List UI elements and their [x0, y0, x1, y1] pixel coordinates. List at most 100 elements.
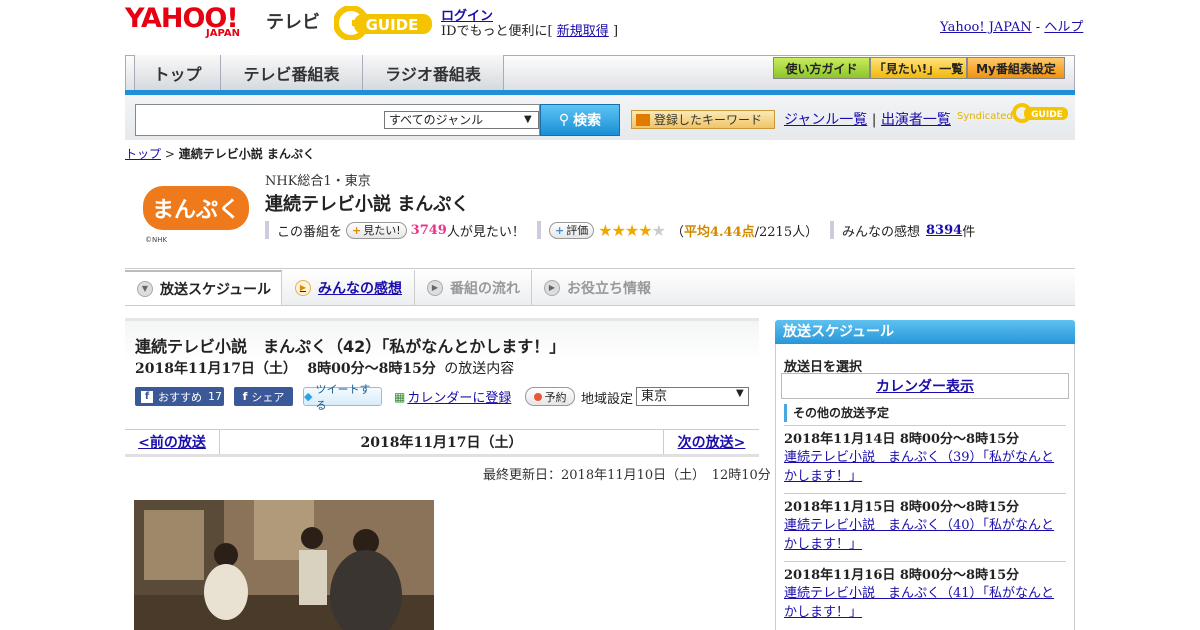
facebook-share-button[interactable]: f シェア — [234, 387, 293, 406]
performer-list-link[interactable]: 出演者一覧 — [881, 112, 951, 128]
tweet-button[interactable]: ◆ ツイートする — [303, 383, 382, 412]
search-icon: ⚲ — [558, 112, 570, 128]
nav-tab-tv-schedule[interactable]: テレビ番組表 — [220, 55, 362, 91]
chevron-right-icon: ▶ — [295, 279, 311, 296]
rating-count: /2215人） — [754, 224, 819, 240]
facebook-icon: f — [242, 390, 248, 403]
avg-open: （ — [670, 224, 684, 240]
impressions-count-link[interactable]: 8394 — [926, 223, 962, 238]
chevron-right-icon: ▶ — [427, 279, 443, 296]
impressions-unit: 件 — [962, 224, 976, 240]
nav-tab-radio-schedule[interactable]: ラジオ番組表 — [362, 55, 504, 91]
program-title: 連続テレビ小説 まんぷく — [265, 194, 470, 215]
reserve-button[interactable]: 予約 — [525, 387, 575, 406]
calendar-register-link[interactable]: カレンダーに登録 — [407, 387, 511, 406]
genre-list-link[interactable]: ジャンル一覧 — [784, 112, 867, 128]
yahoo-japan-logo-text: JAPAN — [206, 28, 240, 39]
help-link[interactable]: ヘルプ — [1044, 20, 1083, 35]
rate-button-label: 評価 — [566, 224, 589, 237]
search-button[interactable]: ⚲ 検索 — [540, 104, 620, 136]
region-select-arrow-icon: ▼ — [736, 388, 744, 399]
stars-filled: ★★★★ — [598, 220, 652, 240]
last-updated: 最終更新日：2018年11月10日（土） 12時10分 — [483, 468, 771, 483]
chevron-right-icon: ▶ — [544, 279, 560, 296]
schedule-datetime: 2018年11月14日 8時00分～8時15分 — [784, 432, 1020, 447]
search-links-divider: | — [871, 112, 877, 128]
impressions-stat: みんなの感想 8394 件 — [830, 221, 976, 240]
episode-pager: <前の放送 2018年11月17日（土） 次の放送> — [125, 429, 759, 457]
gguide-logo-text: GUIDE — [366, 16, 419, 34]
plus-icon: + — [555, 223, 565, 237]
region-select[interactable]: 東京 — [636, 387, 749, 406]
schedule-title-line2: かします！」 — [784, 469, 863, 484]
episode-date: 2018年11月17日（土） — [135, 361, 297, 377]
want-count: 3749 — [410, 222, 447, 238]
want-button-label: 見たい! — [363, 224, 401, 237]
tv-logo-text[interactable]: テレビ — [266, 8, 320, 34]
tab-impressions[interactable]: ▶ みんなの感想 — [283, 270, 415, 305]
episode-photo — [134, 500, 434, 630]
schedule-title-line1: 連続テレビ小説 まんぷく（41）「私がなんと — [784, 586, 1055, 601]
search-button-label: 検索 — [573, 113, 602, 129]
facebook-recommend-button[interactable]: f おすすめ 17 — [135, 387, 224, 406]
tab-schedule[interactable]: ▼ 放送スケジュール — [125, 270, 282, 305]
schedule-item: 2018年11月14日 8時00分～8時15分 連続テレビ小説 まんぷく（39）… — [784, 425, 1066, 486]
syndicated-gguide-logo-text: GUIDE — [1031, 110, 1063, 120]
rate-button[interactable]: + 評価 — [549, 221, 595, 239]
impressions-label: みんなの感想 — [842, 224, 921, 240]
tab-schedule-label: 放送スケジュール — [160, 281, 272, 298]
other-broadcasts-header: その他の放送予定 — [784, 404, 889, 422]
facebook-icon: f — [141, 390, 153, 403]
tab-useful-info[interactable]: ▶ お役立ち情報 — [532, 270, 664, 305]
schedule-title-line2: かします！」 — [784, 537, 863, 552]
fb-share-label: シェア — [251, 390, 285, 404]
episode-title: 連続テレビ小説 まんぷく（42）「私がなんとかします！」 — [135, 337, 566, 356]
header-separator: - — [1035, 20, 1041, 35]
registered-keywords-label: 登録したキーワード — [654, 113, 763, 127]
genre-select[interactable]: すべてのジャンル — [384, 111, 539, 129]
breadcrumb-home-link[interactable]: トップ — [125, 147, 161, 161]
episode-datetime: 2018年11月17日（土） 8時00分～8時15分 の放送内容 — [135, 358, 514, 378]
signup-link[interactable]: 新規取得 — [557, 24, 609, 39]
tab-useful-info-label: お役立ち情報 — [567, 280, 651, 297]
program-logo-copyright: ©NHK — [145, 236, 168, 244]
schedule-title-link[interactable]: 連続テレビ小説 まんぷく（40）「私がなんと かします！」 — [784, 516, 1066, 554]
schedule-title-link[interactable]: 連続テレビ小説 まんぷく（41）「私がなんと かします！」 — [784, 584, 1066, 622]
rating-stat: + 評価 ★★★★★ （平均4.44点/2215人） — [537, 220, 819, 240]
dropdown-triangle-icon — [636, 114, 650, 126]
prev-broadcast-link[interactable]: <前の放送 — [125, 430, 220, 454]
tab-impressions-label: みんなの感想 — [318, 280, 402, 297]
want-button[interactable]: + 見たい! — [346, 221, 407, 239]
breadcrumb-current: 連続テレビ小説 まんぷく — [178, 147, 315, 161]
search-links: ジャンル一覧 | 出演者一覧 — [784, 109, 951, 129]
calendar-register: ▦ カレンダーに登録 — [394, 387, 511, 407]
nav-tab-top[interactable]: トップ — [134, 55, 220, 91]
chevron-down-icon: ▼ — [137, 280, 153, 297]
want-list-button[interactable]: 「見たい!」一覧 — [870, 57, 967, 79]
schedule-title-line1: 連続テレビ小説 まんぷく（39）「私がなんと — [784, 450, 1055, 465]
calendar-display: カレンダー表示 — [781, 373, 1069, 399]
sidebar-header: 放送スケジュール — [775, 320, 1075, 344]
login-subtext: IDでもっと便利に[ 新規取得 ] — [441, 20, 618, 39]
login-sub-suffix: ] — [612, 24, 619, 39]
usage-guide-button[interactable]: 使い方ガイド — [773, 57, 870, 79]
episode-suffix: の放送内容 — [444, 361, 515, 377]
region-label: 地域設定 — [581, 392, 634, 407]
schedule-title-link[interactable]: 連続テレビ小説 まんぷく（39）「私がなんと かします！」 — [784, 448, 1066, 486]
channel-label: NHK総合1・東京 — [265, 174, 371, 189]
schedule-datetime: 2018年11月16日 8時00分～8時15分 — [784, 568, 1020, 583]
stars-empty: ★ — [651, 220, 666, 240]
schedule-title-line1: 連続テレビ小説 まんぷく（40）「私がなんと — [784, 518, 1055, 533]
registered-keywords-button[interactable]: 登録したキーワード — [631, 110, 775, 129]
login-sub-prefix: IDでもっと便利に[ — [441, 24, 553, 39]
calendar-display-link[interactable]: カレンダー表示 — [876, 376, 974, 396]
gguide-logo[interactable]: GUIDE — [333, 5, 434, 41]
fb-recommend-count: 17 — [208, 390, 222, 403]
schedule-datetime: 2018年11月15日 8時00分～8時15分 — [784, 500, 1020, 515]
next-broadcast-link[interactable]: 次の放送> — [663, 430, 759, 454]
record-dot-icon — [533, 392, 542, 401]
tab-program-flow[interactable]: ▶ 番組の流れ — [415, 270, 532, 305]
yahoo-japan-link[interactable]: Yahoo! JAPAN — [940, 20, 1032, 35]
my-schedule-settings-button[interactable]: My番組表設定 — [967, 57, 1065, 79]
breadcrumb-sep: > — [164, 147, 175, 161]
